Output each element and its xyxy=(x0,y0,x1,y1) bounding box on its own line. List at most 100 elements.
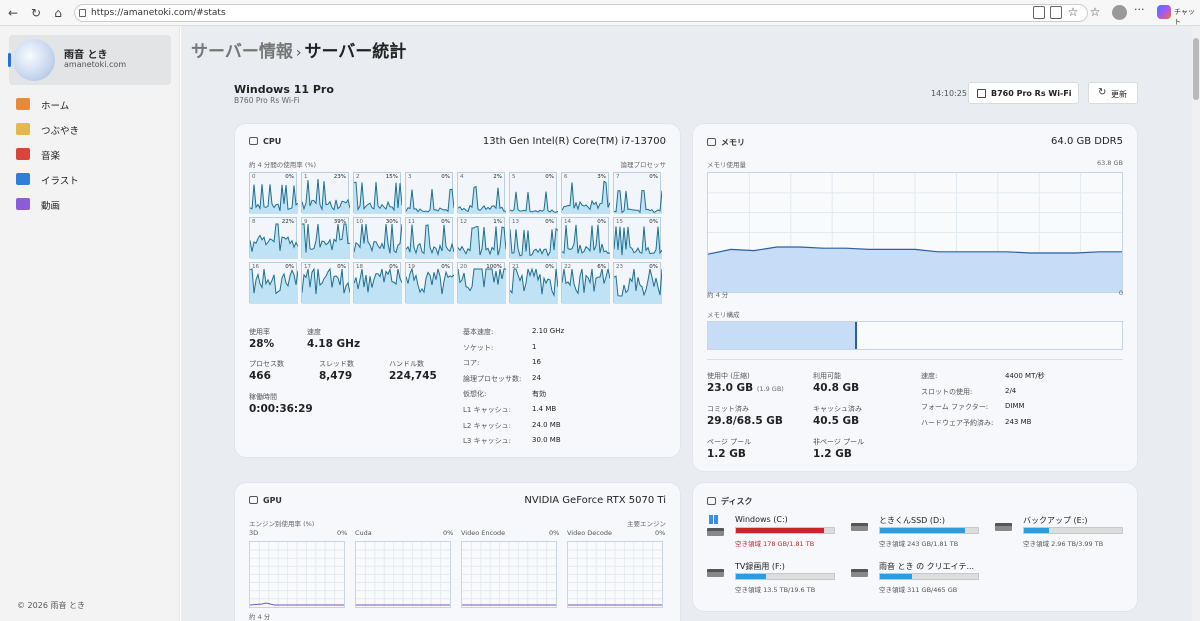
gpu-engine-chart xyxy=(461,541,557,608)
gpu-engine-label: Video Encode xyxy=(461,529,506,537)
cpu-core-graph: 20 100% xyxy=(457,262,506,304)
scrollbar-thumb[interactable] xyxy=(1193,38,1199,100)
sidebar-item-music[interactable]: 音楽 xyxy=(16,146,166,164)
video-icon xyxy=(16,198,30,210)
device-select-value: B760 Pro Rs Wi-Fi xyxy=(991,89,1072,98)
profile-name: 雨音 とき xyxy=(64,50,108,61)
speed-label: 速度 xyxy=(307,328,321,336)
gpu-icon xyxy=(249,496,258,504)
disk-drive[interactable]: 雨音 とき の クリエイテ... 空き領域 311 GB/465 GB xyxy=(851,561,986,599)
core-percent: 0% xyxy=(649,264,658,270)
drive-icon xyxy=(995,523,1012,531)
cpu-core-graph: 13 0% xyxy=(509,217,558,259)
core-percent: 100% xyxy=(486,264,502,270)
gpu-caption: エンジン別使用率 (%) xyxy=(249,520,315,528)
device-select[interactable]: B760 Pro Rs Wi-Fi ⌄ xyxy=(968,82,1079,104)
gpu-engine-label: Cuda xyxy=(355,529,372,537)
more-menu-icon[interactable]: ··· xyxy=(1134,3,1145,16)
cpu-core-graph: 7 0% xyxy=(613,172,662,214)
drive-usage-bar xyxy=(879,527,979,534)
disk-drive[interactable]: TV録画用 (F:) 空き領域 13.5 TB/19.6 TB xyxy=(707,561,842,599)
memory-x-right: 0 xyxy=(1118,289,1123,297)
drive-icon xyxy=(851,523,868,531)
cpu-info-value: 2.10 GHz xyxy=(532,327,565,335)
scrollbar[interactable] xyxy=(1192,26,1200,621)
memory-info-value: 2/4 xyxy=(1005,386,1017,395)
disk-title: ディスク xyxy=(721,497,753,506)
chat-label[interactable]: チャット xyxy=(1174,7,1200,27)
drive-name: ときくんSSD (D:) xyxy=(879,516,945,525)
copilot-icon[interactable] xyxy=(1157,5,1171,19)
cpu-core-graph: 4 2% xyxy=(457,172,506,214)
memory-usage-area xyxy=(708,247,1122,292)
pencil-icon xyxy=(16,123,30,135)
profile-card[interactable]: 雨音 とき amanetoki.com xyxy=(8,35,171,85)
gpu-main-engine[interactable]: 主要エンジン xyxy=(627,518,666,528)
core-percent: 0% xyxy=(545,219,554,225)
drive-name: バックアップ (E:) xyxy=(1023,516,1088,525)
sidebar-item-label: 動画 xyxy=(41,201,61,212)
cpu-info-key: 仮想化: xyxy=(463,390,487,399)
core-number: 10 xyxy=(356,219,363,225)
core-percent: 15% xyxy=(385,174,398,180)
drive-usage-fill xyxy=(736,574,767,579)
favorites-icon[interactable]: ☆ xyxy=(1087,4,1103,20)
handle-label: ハンドル数 xyxy=(389,360,424,368)
refresh-button[interactable]: ↻ 更新 xyxy=(1088,82,1138,104)
cpu-icon xyxy=(249,137,258,145)
core-percent: 0% xyxy=(441,264,450,270)
main-content: サーバー情報 › サーバー統計 Windows 11 Pro B760 Pro Rs… xyxy=(181,26,1192,621)
memory-title: メモリ xyxy=(721,138,745,147)
memory-info-value: DIMM xyxy=(1005,402,1025,411)
drive-usage-bar xyxy=(735,573,835,580)
nonpaged-value: 1.2 GB xyxy=(813,448,852,460)
core-number: 18 xyxy=(356,264,363,270)
gpu-engine-percent: 0% xyxy=(443,529,454,537)
memory-composition-caption: メモリ構成 xyxy=(707,311,740,319)
drive-free-space: 空き領域 311 GB/465 GB xyxy=(879,586,958,594)
cpu-info-key: 基本速度: xyxy=(463,328,494,336)
inuse-value: 23.0 GB (1.9 GB) xyxy=(707,382,784,394)
core-number: 16 xyxy=(252,264,259,270)
sidebar-item-tweets[interactable]: つぶやき xyxy=(16,121,166,139)
profile-avatar-icon[interactable] xyxy=(1112,5,1127,20)
lock-icon xyxy=(79,9,86,17)
memory-info-key: フォーム ファクター: xyxy=(921,403,989,412)
cpu-core-graph: 9 39% xyxy=(301,217,350,259)
home-browser-icon[interactable]: ⌂ xyxy=(50,5,66,21)
home-icon xyxy=(16,98,30,110)
disk-drive[interactable]: Windows (C:) 空き領域 178 GB/1.81 TB xyxy=(707,515,842,553)
back-icon[interactable]: ← xyxy=(5,5,21,21)
memory-info-value: 4400 MT/秒 xyxy=(1005,372,1045,380)
address-bar[interactable]: https://amanetoki.com/#stats xyxy=(74,4,1088,22)
disk-drive[interactable]: バックアップ (E:) 空き領域 2.96 TB/3.99 TB xyxy=(995,515,1130,553)
cpu-core-graph: 8 22% xyxy=(249,217,298,259)
sidebar-item-illust[interactable]: イラスト xyxy=(16,171,166,189)
cpu-model: 13th Gen Intel(R) Core(TM) i7-13700 xyxy=(482,136,666,147)
breadcrumb-parent[interactable]: サーバー情報 xyxy=(191,42,293,62)
reload-icon[interactable]: ↻ xyxy=(28,5,44,21)
favorite-star-icon[interactable]: ☆ xyxy=(1065,4,1081,20)
sidebar-item-home[interactable]: ホーム xyxy=(16,96,166,114)
breadcrumb-separator: › xyxy=(295,45,302,61)
core-number: 14 xyxy=(564,219,571,225)
cpu-core-graph: 5 0% xyxy=(509,172,558,214)
cpu-core-graph: 3 0% xyxy=(405,172,454,214)
core-number: 13 xyxy=(512,219,519,225)
core-number: 4 xyxy=(460,174,464,180)
thread-value: 8,479 xyxy=(319,370,353,382)
windows-logo-icon xyxy=(709,515,718,524)
disk-heading: ディスク xyxy=(707,496,752,507)
sidebar-item-video[interactable]: 動画 xyxy=(16,196,166,214)
gpu-title: GPU xyxy=(263,496,282,505)
reader-icon[interactable] xyxy=(1050,6,1062,19)
core-number: 22 xyxy=(564,264,571,270)
breadcrumb: サーバー情報 › サーバー統計 xyxy=(191,37,406,62)
core-percent: 0% xyxy=(441,174,450,180)
cpu-info-value: 1 xyxy=(532,342,537,351)
cpu-core-graph: 10 30% xyxy=(353,217,402,259)
disk-drive[interactable]: ときくんSSD (D:) 空き領域 243 GB/1.81 TB xyxy=(851,515,986,553)
cpu-core-graph: 12 1% xyxy=(457,217,506,259)
core-number: 6 xyxy=(564,174,568,180)
apps-icon[interactable] xyxy=(1033,6,1045,19)
